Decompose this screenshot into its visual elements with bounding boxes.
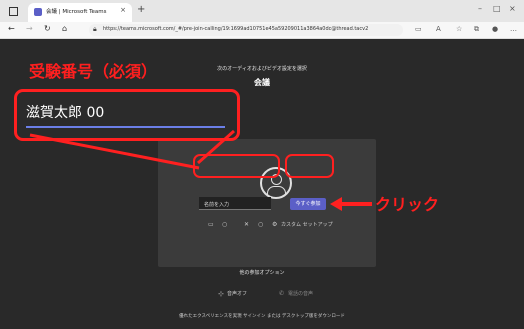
annotation-click-label: クリック <box>375 195 440 214</box>
annotation-lines <box>29 129 372 211</box>
pointer-line-upper <box>197 129 235 165</box>
pointer-line-lower <box>29 133 200 170</box>
arrow-head-icon <box>330 197 342 211</box>
browser-window: 会議 | Microsoft Teams × + – □ × ← → ↻ ⌂ 🔒… <box>0 0 524 329</box>
